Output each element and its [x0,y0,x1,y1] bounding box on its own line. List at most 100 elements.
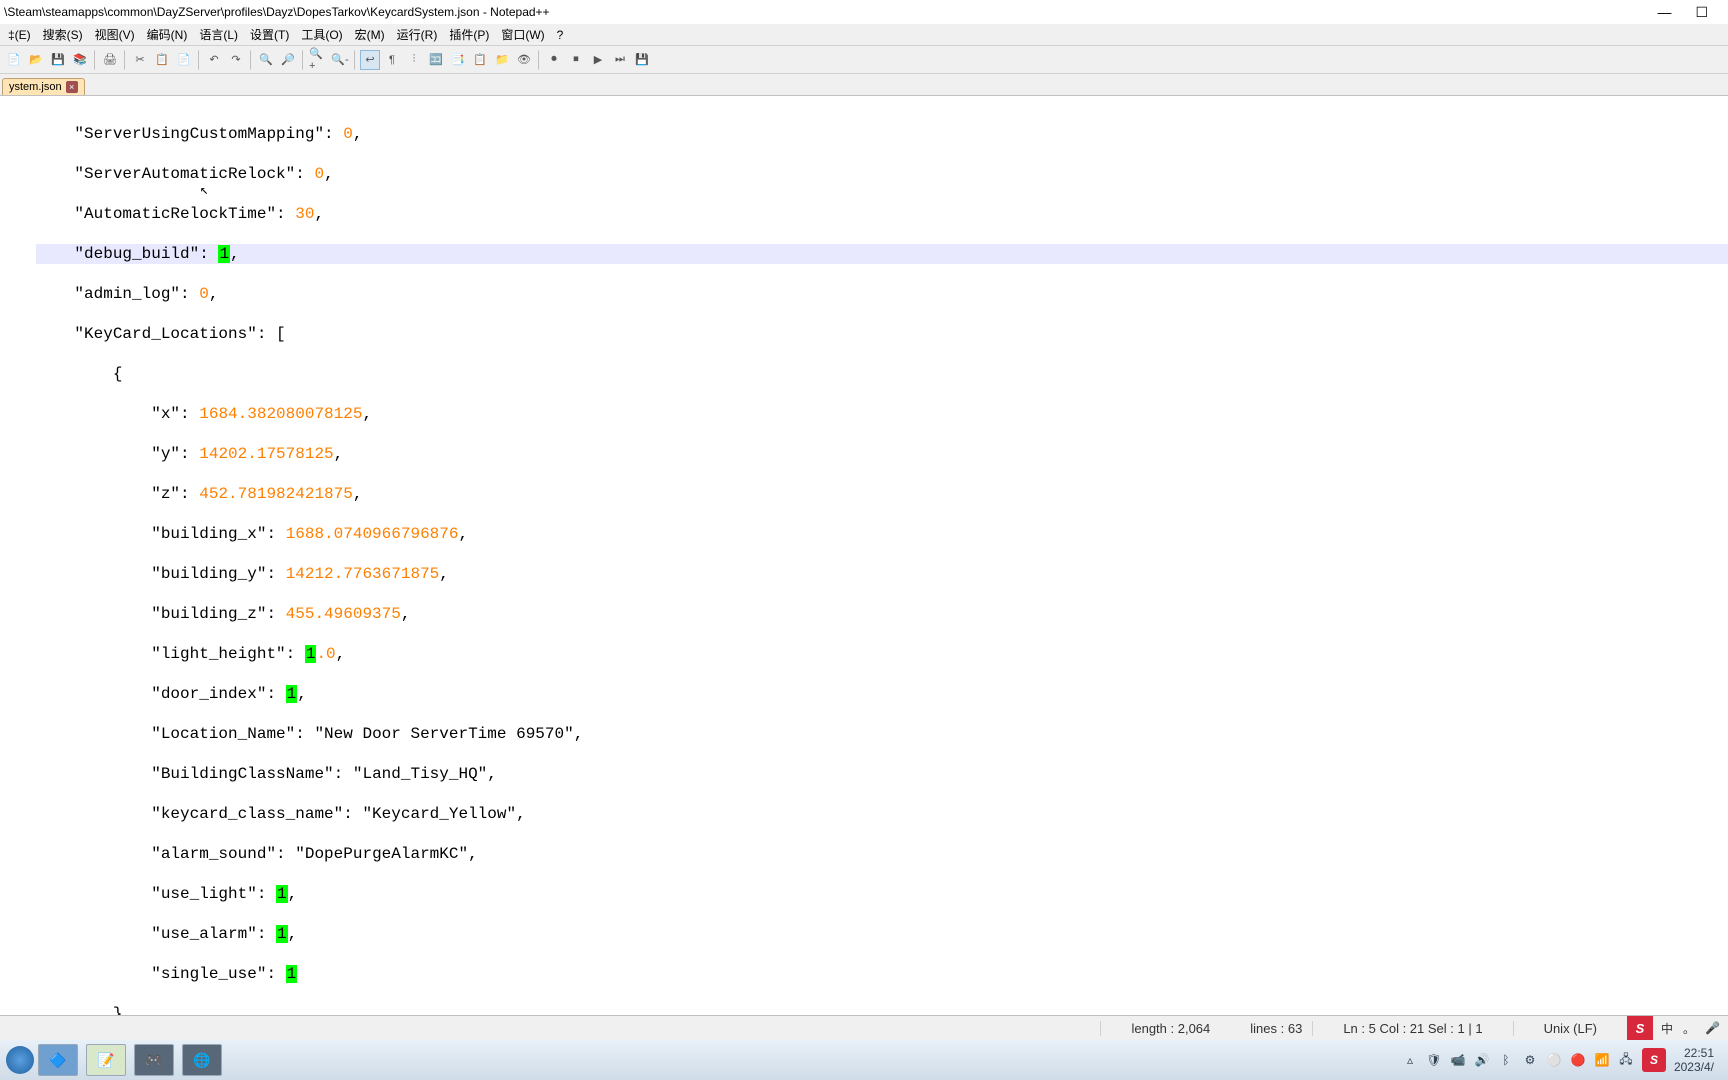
toolbar: 📄 📂 💾 📚 🖨 ✂ 📋 📄 ↶ ↷ 🔍 🔎 🔍+ 🔍- ↩ ¶ ⫶ 🈁 📑 … [0,46,1728,74]
toolbar-sep [354,50,356,70]
new-file-icon[interactable]: 📄 [4,50,24,70]
ime-lang[interactable]: 中 [1661,1020,1673,1037]
task-notepadpp[interactable]: 📝 [86,1044,126,1076]
doc-map-icon[interactable]: 📑 [448,50,468,70]
monitor-icon[interactable]: 👁 [514,50,534,70]
menu-encoding[interactable]: 编码(N) [141,24,194,45]
tray-network-icon[interactable]: 🖧 [1618,1052,1634,1068]
cut-icon[interactable]: ✂ [130,50,150,70]
json-key: "debug_build" [74,245,199,263]
json-number: 1 [305,645,317,663]
menu-view[interactable]: 视图(V) [89,24,141,45]
windows-taskbar: 🔷 📝 🎮 🌐 ▵ 🛡 📹 🔊 ᛒ ⚙ ⚪ 🔴 📶 🖧 S 22:51 2023… [0,1040,1728,1080]
ime-indicators: 中 。 🎤 [1653,1020,1728,1037]
replace-icon[interactable]: 🔎 [278,50,298,70]
save-all-icon[interactable]: 📚 [70,50,90,70]
undo-icon[interactable]: ↶ [204,50,224,70]
menu-language[interactable]: 语言(L) [193,24,244,45]
zoom-out-icon[interactable]: 🔍- [330,50,350,70]
tab-active[interactable]: ystem.json × [2,78,85,95]
folder-icon[interactable]: 📁 [492,50,512,70]
menu-settings[interactable]: 设置(T) [244,24,295,45]
toolbar-sep [302,50,304,70]
tray-volume-icon[interactable]: 🔊 [1474,1052,1490,1068]
json-key: "building_y" [151,565,266,583]
language-icon[interactable]: 🈁 [426,50,446,70]
menu-file[interactable]: ‡(E) [2,26,37,44]
record-macro-icon[interactable]: ⏺ [544,50,564,70]
menu-help[interactable]: ? [551,26,570,44]
json-number: 455.49609375 [286,605,401,623]
json-number: 1 [286,685,298,703]
json-number: 14212.7763671875 [286,565,440,583]
json-key: "BuildingClassName" [151,765,333,783]
window-title: \Steam\steamapps\common\DayZServer\profi… [4,5,550,19]
minimize-button[interactable]: — [1649,2,1679,23]
json-number: 30 [295,205,314,223]
toolbar-sep [124,50,126,70]
window-controls: — ☐ [1649,2,1724,23]
tray-clock[interactable]: 22:51 2023/4/ [1674,1046,1714,1074]
json-key: "y" [151,445,180,463]
tray-video-icon[interactable]: 📹 [1450,1052,1466,1068]
ime-mic-icon[interactable]: 🎤 [1705,1021,1720,1035]
json-number: 1 [276,925,288,943]
save-macro-icon[interactable]: 💾 [632,50,652,70]
find-icon[interactable]: 🔍 [256,50,276,70]
indent-guide-icon[interactable]: ⫶ [404,50,424,70]
menu-run[interactable]: 运行(R) [391,24,444,45]
task-app-4[interactable]: 🌐 [182,1044,222,1076]
play-multi-icon[interactable]: ⏭ [610,50,630,70]
redo-icon[interactable]: ↷ [226,50,246,70]
close-tab-icon[interactable]: × [66,81,78,93]
maximize-button[interactable]: ☐ [1687,2,1716,23]
print-icon[interactable]: 🖨 [100,50,120,70]
toolbar-sep [538,50,540,70]
ime-punct[interactable]: 。 [1683,1020,1695,1037]
json-number: 14202.17578125 [199,445,333,463]
tray-bluetooth-icon[interactable]: ᛒ [1498,1052,1514,1068]
zoom-in-icon[interactable]: 🔍+ [308,50,328,70]
play-macro-icon[interactable]: ▶ [588,50,608,70]
wordwrap-icon[interactable]: ↩ [360,50,380,70]
tray-wifi-icon[interactable]: 📶 [1594,1052,1610,1068]
tab-bar: ystem.json × [0,74,1728,96]
tray-app-icon[interactable]: 🔴 [1570,1052,1586,1068]
menu-bar: ‡(E) 搜索(S) 视图(V) 编码(N) 语言(L) 设置(T) 工具(O)… [0,24,1728,46]
task-app-3[interactable]: 🎮 [134,1044,174,1076]
json-number: 0 [343,125,353,143]
tray-sogou-icon[interactable]: S [1642,1048,1666,1072]
menu-search[interactable]: 搜索(S) [37,24,89,45]
json-key: "building_x" [151,525,266,543]
toolbar-sep [250,50,252,70]
window-titlebar: \Steam\steamapps\common\DayZServer\profi… [0,0,1728,24]
menu-window[interactable]: 窗口(W) [495,24,550,45]
copy-icon[interactable]: 📋 [152,50,172,70]
tray-sync-icon[interactable]: ⚙ [1522,1052,1538,1068]
menu-tools[interactable]: 工具(O) [295,24,348,45]
json-key: "ServerAutomaticRelock" [74,165,295,183]
brace: { [113,365,123,383]
json-number: 1 [286,965,298,983]
sogou-ime-icon[interactable]: S [1627,1016,1653,1041]
stop-macro-icon[interactable]: ⏹ [566,50,586,70]
tray-steam-icon[interactable]: ⚪ [1546,1052,1562,1068]
tray-security-icon[interactable]: 🛡 [1426,1052,1442,1068]
toolbar-sep [94,50,96,70]
code-editor[interactable]: "ServerUsingCustomMapping": 0, "ServerAu… [0,96,1728,1015]
func-list-icon[interactable]: 📋 [470,50,490,70]
start-button[interactable] [6,1046,34,1074]
json-number: 0 [199,285,209,303]
menu-macro[interactable]: 宏(M) [349,24,391,45]
json-key: "single_use" [151,965,266,983]
paste-icon[interactable]: 📄 [174,50,194,70]
json-number: 1688.0740966796876 [286,525,459,543]
show-all-chars-icon[interactable]: ¶ [382,50,402,70]
menu-plugins[interactable]: 插件(P) [443,24,495,45]
tray-chevron-icon[interactable]: ▵ [1402,1052,1418,1068]
save-icon[interactable]: 💾 [48,50,68,70]
json-number-selected: 1 [218,245,230,263]
open-file-icon[interactable]: 📂 [26,50,46,70]
task-app-1[interactable]: 🔷 [38,1044,78,1076]
json-key: "x" [151,405,180,423]
